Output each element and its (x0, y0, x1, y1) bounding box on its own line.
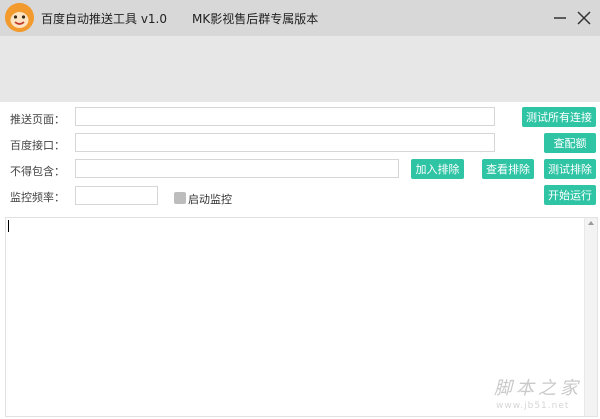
app-window: 百度自动推送工具 v1.0 MK影视售后群专属版本 推送页面： 测试所有连接 百… (0, 0, 600, 419)
watermark-text: 脚本之家 (494, 378, 582, 399)
frequency-input[interactable] (75, 186, 158, 205)
test-all-connections-button[interactable]: 测试所有连接 (522, 107, 596, 127)
text-caret (8, 220, 9, 232)
monkey-face-icon (5, 3, 34, 32)
close-button[interactable] (574, 8, 594, 28)
exclude-input[interactable] (75, 159, 399, 178)
watermark-url: www.jb51.net (496, 401, 570, 411)
monitor-checkbox[interactable] (174, 192, 186, 204)
close-icon (577, 11, 591, 25)
header-banner (0, 36, 600, 102)
exclude-label: 不得包含： (10, 165, 65, 178)
monitor-checkbox-label[interactable]: 启动监控 (188, 191, 232, 207)
frequency-label: 监控频率： (10, 191, 65, 204)
watermark: 脚本之家 www.jb51.net (488, 374, 596, 416)
window-title: 百度自动推送工具 v1.0 (41, 12, 168, 26)
view-exclude-button[interactable]: 查看排除 (482, 159, 534, 179)
push-page-input[interactable] (75, 107, 495, 126)
start-button[interactable]: 开始运行 (544, 185, 596, 205)
title-bar[interactable]: 百度自动推送工具 v1.0 MK影视售后群专属版本 (0, 0, 600, 36)
scroll-up-arrow-icon[interactable] (588, 221, 594, 225)
minimize-icon (554, 17, 566, 19)
test-exclude-button[interactable]: 测试排除 (544, 159, 596, 179)
push-page-label: 推送页面： (10, 113, 65, 126)
baidu-api-input[interactable] (75, 133, 495, 152)
baidu-api-label: 百度接口： (10, 139, 65, 152)
window-subtitle: MK影视售后群专属版本 (192, 12, 319, 26)
minimize-button[interactable] (550, 8, 570, 28)
add-exclude-button[interactable]: 加入排除 (411, 159, 464, 179)
check-quota-button[interactable]: 查配额 (544, 133, 596, 153)
